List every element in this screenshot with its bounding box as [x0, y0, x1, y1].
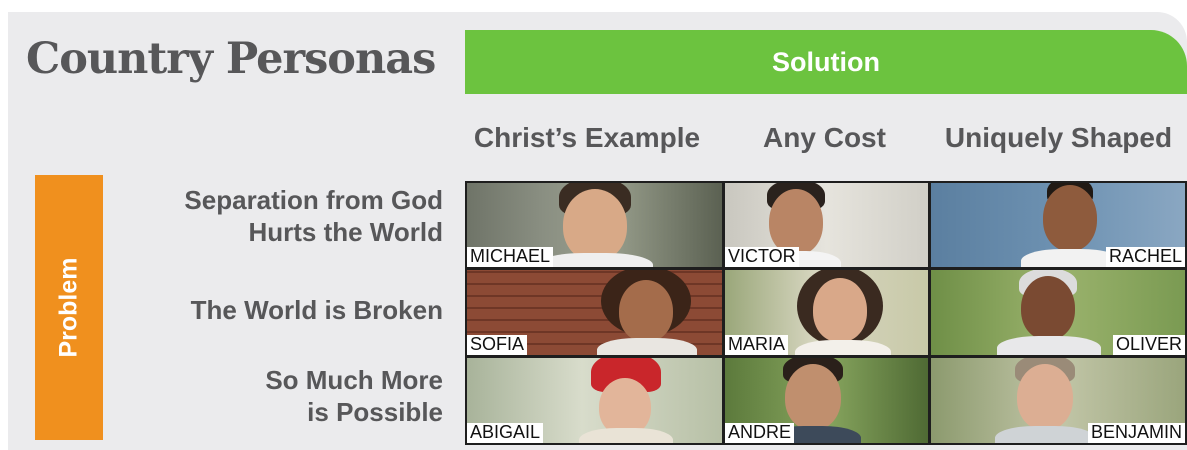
persona-face — [813, 278, 867, 342]
page-title: Country Personas — [26, 34, 436, 84]
problem-side-bar: Problem — [35, 175, 103, 440]
persona-name: RACHEL — [1105, 247, 1185, 267]
persona-shirt — [997, 336, 1101, 355]
persona-face — [1017, 364, 1073, 430]
row-label-line: Separation from God — [184, 185, 443, 215]
persona-tile-victor[interactable]: VICTOR — [725, 183, 928, 267]
persona-face — [563, 189, 627, 261]
row-label-broken: The World is Broken — [191, 294, 443, 326]
solution-label: Solution — [772, 46, 880, 77]
row-label-line: The World is Broken — [190, 295, 443, 325]
persona-name: ABIGAIL — [467, 423, 544, 443]
persona-shirt — [579, 428, 673, 443]
row-label-possible: So Much More is Possible — [265, 364, 443, 428]
persona-tile-oliver[interactable]: OLIVER — [931, 270, 1185, 355]
persona-tile-michael[interactable]: MICHAEL — [467, 183, 722, 267]
persona-tile-rachel[interactable]: RACHEL — [931, 183, 1185, 267]
column-header-uniquely-shaped: Uniquely Shaped — [944, 122, 1173, 153]
persona-tile-maria[interactable]: MARIA — [725, 270, 928, 355]
persona-shirt — [795, 340, 891, 355]
row-label-separation: Separation from God Hurts the World — [184, 184, 443, 248]
persona-name: VICTOR — [725, 247, 799, 267]
persona-name: BENJAMIN — [1087, 423, 1185, 443]
row-label-line: is Possible — [307, 397, 443, 427]
row-label-line: So Much More — [265, 365, 443, 395]
persona-face — [1043, 185, 1097, 251]
persona-tile-sofia[interactable]: SOFIA — [467, 270, 722, 355]
persona-face — [785, 364, 841, 430]
persona-shirt — [537, 253, 653, 267]
persona-grid: MICHAEL VICTOR RACHEL SOFIA MARIA OLIVER — [465, 181, 1187, 445]
persona-shirt — [597, 338, 697, 355]
solution-header-bar: Solution — [465, 30, 1187, 94]
column-header-christs-example: Christ’s Example — [473, 122, 701, 153]
row-label-line: Hurts the World — [248, 217, 443, 247]
persona-name: MICHAEL — [467, 247, 554, 267]
persona-tile-abigail[interactable]: ABIGAIL — [467, 358, 722, 443]
column-header-any-cost: Any Cost — [763, 122, 886, 153]
persona-tile-andre[interactable]: ANDRE — [725, 358, 928, 443]
persona-face — [1021, 276, 1075, 340]
persona-name: OLIVER — [1112, 335, 1185, 355]
persona-face — [619, 280, 673, 342]
persona-tile-benjamin[interactable]: BENJAMIN — [931, 358, 1185, 443]
persona-shirt — [995, 426, 1095, 443]
persona-name: SOFIA — [467, 335, 528, 355]
problem-label: Problem — [54, 257, 83, 358]
persona-name: MARIA — [725, 335, 789, 355]
persona-name: ANDRE — [725, 423, 795, 443]
